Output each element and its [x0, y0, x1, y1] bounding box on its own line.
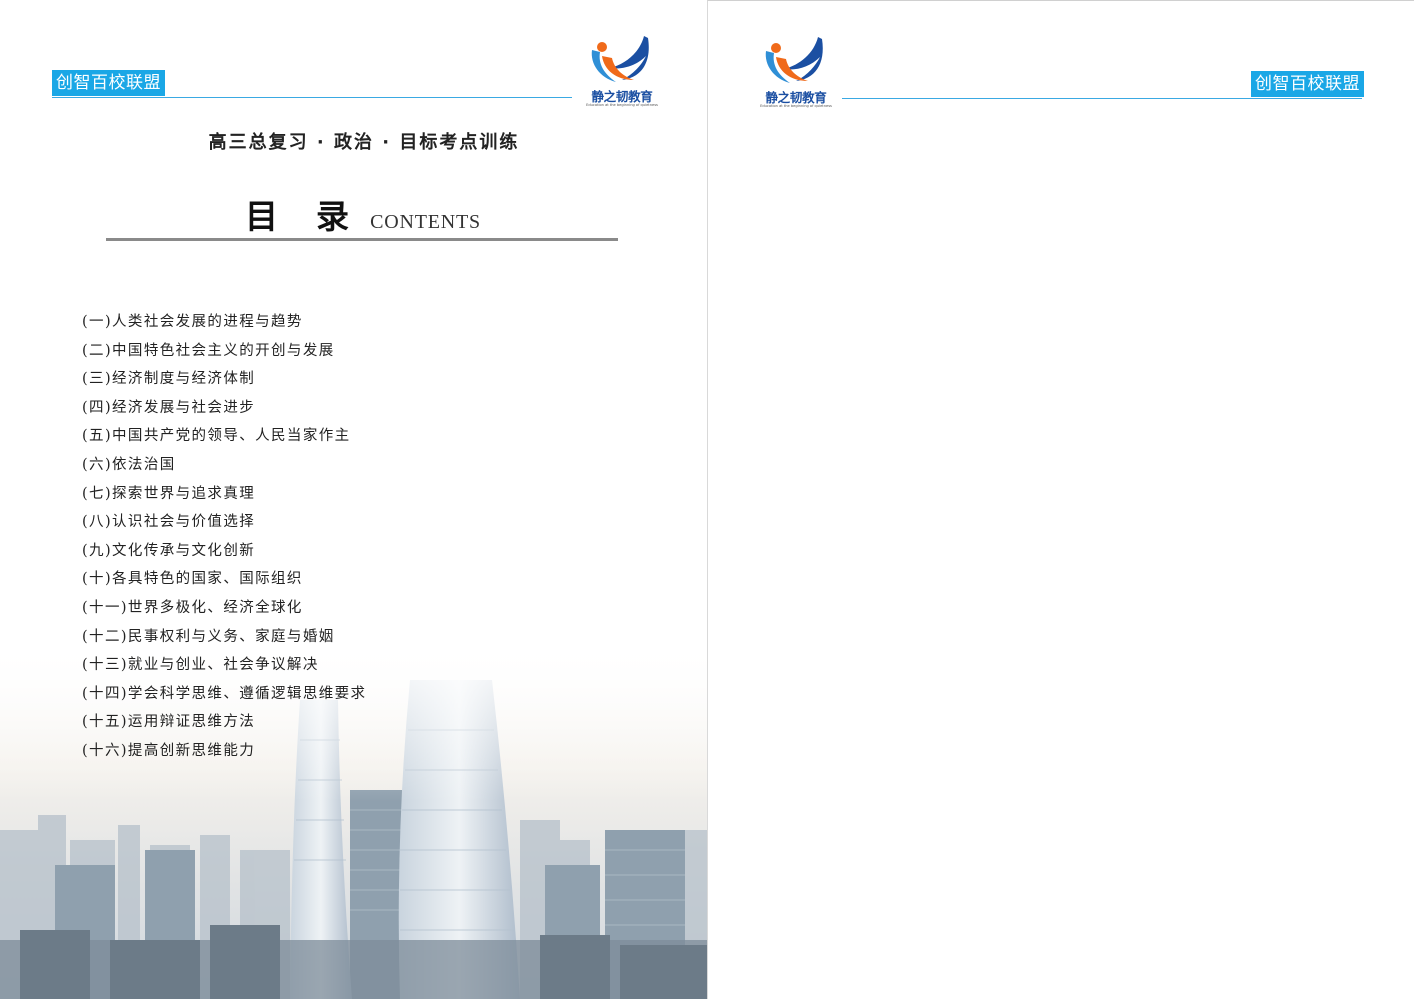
toc-item[interactable]: (十三)就业与创业、社会争议解决	[82, 654, 366, 683]
toc-item[interactable]: (九)文化传承与文化创新	[82, 540, 366, 569]
toc-item[interactable]: (十一)世界多极化、经济全球化	[82, 597, 366, 626]
alliance-badge: 创智百校联盟	[52, 70, 165, 96]
toc-item[interactable]: (十)各具特色的国家、国际组织	[82, 568, 366, 597]
toc-item[interactable]: (十二)民事权利与义务、家庭与婚姻	[82, 626, 366, 655]
header-rule	[52, 97, 572, 98]
toc-item[interactable]: (二)中国特色社会主义的开创与发展	[82, 340, 366, 369]
alliance-badge: 创智百校联盟	[1251, 71, 1364, 97]
toc-item[interactable]: (七)探索世界与追求真理	[82, 483, 366, 512]
toc-item[interactable]: (四)经济发展与社会进步	[82, 397, 366, 426]
toc-item[interactable]: (十五)运用辩证思维方法	[82, 711, 366, 740]
toc-heading-en: CONTENTS	[370, 211, 481, 233]
logo: 静之韧教育 Education at the beginning of quie…	[582, 34, 662, 114]
toc-item[interactable]: (五)中国共产党的领导、人民当家作主	[82, 425, 366, 454]
logo-mark-icon	[765, 37, 823, 83]
header-rule	[842, 98, 1362, 99]
toc-item[interactable]: (八)认识社会与价值选择	[82, 511, 366, 540]
toc-item[interactable]: (十六)提高创新思维能力	[82, 740, 366, 769]
toc-item[interactable]: (一)人类社会发展的进程与趋势	[82, 311, 366, 340]
left-page: 创智百校联盟 静之韧教育 Education at the beginning …	[0, 0, 707, 999]
logo-tagline: Education at the beginning of quietness	[760, 104, 832, 108]
toc-list: (一)人类社会发展的进程与趋势 (二)中国特色社会主义的开创与发展 (三)经济制…	[82, 311, 366, 769]
logo-mark-icon	[591, 36, 649, 82]
toc-item[interactable]: (十四)学会科学思维、遵循逻辑思维要求	[82, 683, 366, 712]
toc-heading-cn: 目录	[245, 197, 387, 236]
toc-item[interactable]: (三)经济制度与经济体制	[82, 368, 366, 397]
toc-heading: 目录 CONTENTS	[245, 190, 481, 236]
toc-item[interactable]: (六)依法治国	[82, 454, 366, 483]
logo-tagline: Education at the beginning of quietness	[586, 103, 658, 107]
book-subtitle: 高三总复习 · 政治 · 目标考点训练	[208, 132, 520, 153]
logo: 静之韧教育 Education at the beginning of quie…	[756, 35, 836, 115]
right-page: 静之韧教育 Education at the beginning of quie…	[707, 0, 1414, 999]
toc-rule	[106, 238, 618, 241]
